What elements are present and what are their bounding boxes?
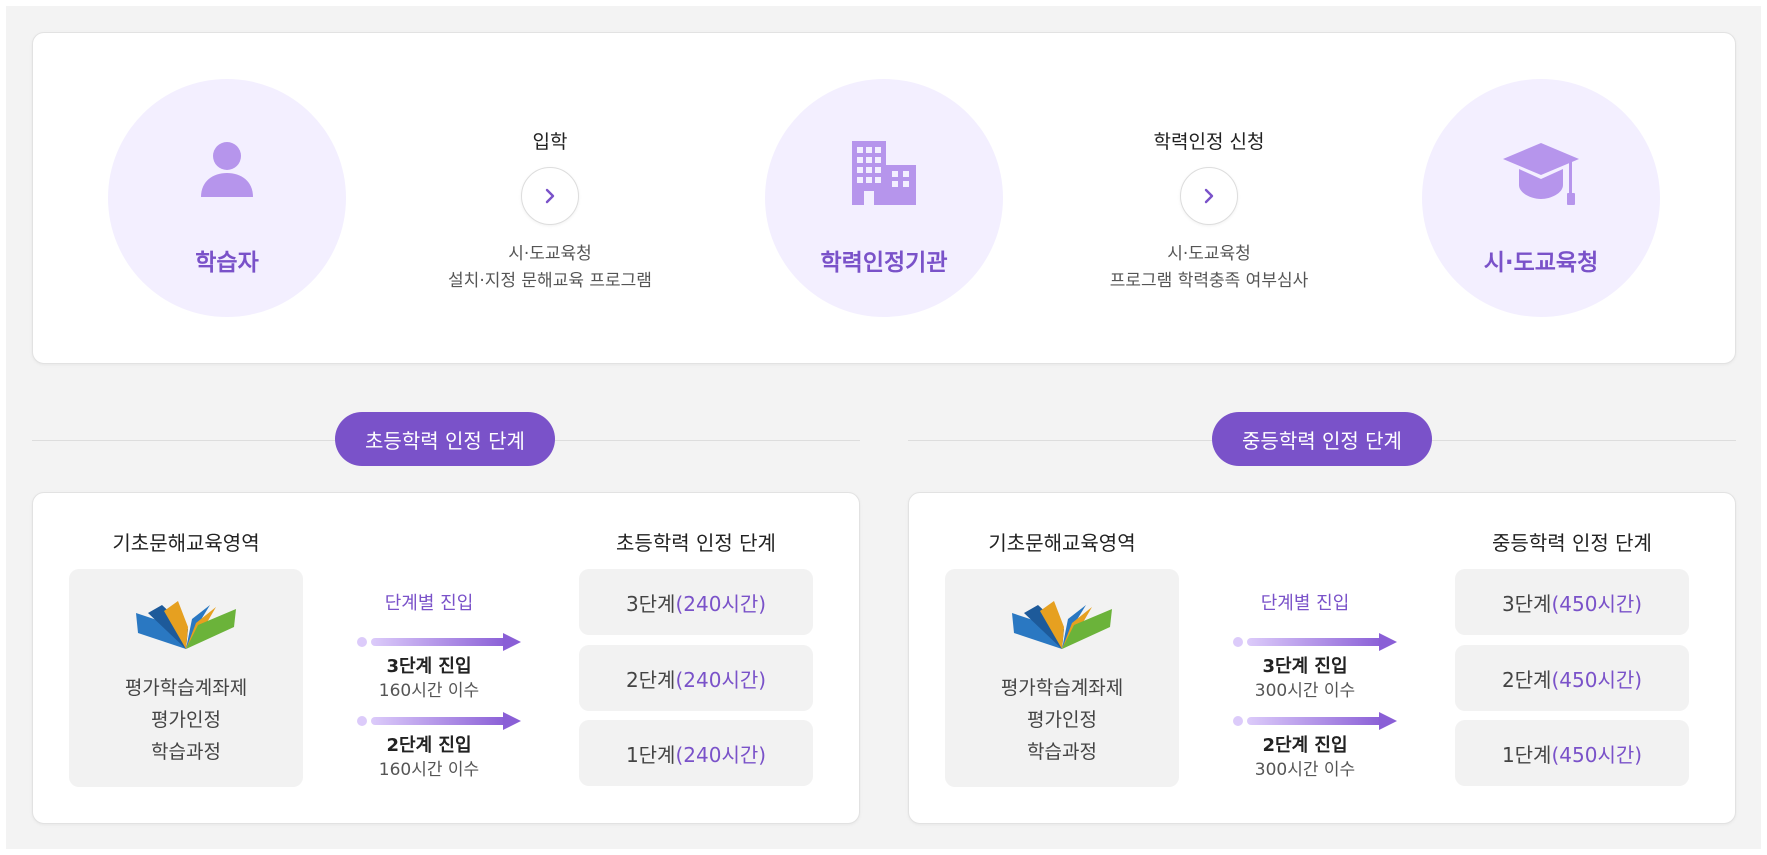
stage-name: 1단계 [1501, 742, 1552, 767]
stage-name: 2단계 [1501, 667, 1552, 692]
section-label-secondary: 중등학력 인정 단계 [1212, 412, 1432, 466]
flow-node-institution: 학력인정기관 [765, 79, 1003, 317]
stage-box: 3단계 (240시간) [579, 569, 813, 635]
flow-node-education-office: 시·도교육청 [1422, 79, 1660, 317]
area-line: 평가인정 [151, 709, 221, 731]
chevron-right-icon [521, 167, 579, 225]
progress-arrow [1233, 710, 1399, 736]
stage-box: 2단계 (240시간) [579, 645, 813, 711]
book-icon [69, 599, 303, 651]
flow-step-title: 입학 [532, 131, 568, 153]
stage-title: 초등학력 인정 단계 [616, 531, 776, 555]
entry-sub: 160시간 이수 [378, 681, 480, 701]
entry-step: 2단계 진입 300시간 이수 [1205, 734, 1405, 782]
flow-step-desc: 시·도교육청 [508, 244, 592, 264]
stage-title: 중등학력 인정 단계 [1492, 531, 1652, 555]
stage-box: 1단계 (240시간) [579, 720, 813, 786]
elementary-card: 기초문해교육영역 초등학력 인정 단계 평가학습계좌제 평가인정 학습과정 단계… [32, 492, 860, 824]
entry-label: 3단계 진입 [386, 656, 472, 677]
stage-box: 1단계 (450시간) [1455, 720, 1689, 786]
stage-hours: (450시간) [1551, 667, 1643, 692]
process-flow-card: 학습자 입학 시·도교육청 설치·지정 문해교육 프로그램 학력인정기관 학력인… [32, 32, 1736, 364]
flow-node-title: 학습자 [195, 250, 259, 276]
flow-node-learner: 학습자 [108, 79, 346, 317]
stage-hours: (240시간) [675, 667, 767, 692]
stage-hours: (450시간) [1551, 591, 1643, 616]
area-line: 평가학습계좌제 [124, 677, 248, 699]
stage-box: 2단계 (450시간) [1455, 645, 1689, 711]
progress-arrow [1233, 631, 1399, 657]
chevron-right-icon [1180, 167, 1238, 225]
stage-hours: (450시간) [1551, 742, 1643, 767]
entry-sub: 300시간 이수 [1254, 681, 1356, 701]
area-line: 학습과정 [151, 741, 221, 763]
progress-arrow [357, 631, 523, 657]
entry-title: 단계별 진입 [1260, 593, 1350, 614]
literacy-area-box: 평가학습계좌제 평가인정 학습과정 [945, 569, 1179, 787]
person-icon [108, 141, 346, 199]
entry-sub: 300시간 이수 [1254, 760, 1356, 780]
flow-step-desc: 설치·지정 문해교육 프로그램 [448, 271, 652, 291]
entry-label: 2단계 진입 [1262, 735, 1348, 756]
area-line: 평가인정 [1027, 709, 1097, 731]
stage-hours: (240시간) [675, 742, 767, 767]
flow-node-title: 시·도교육청 [1483, 250, 1599, 276]
progress-arrow [357, 710, 523, 736]
literacy-area-box: 평가학습계좌제 평가인정 학습과정 [69, 569, 303, 787]
area-line: 학습과정 [1027, 741, 1097, 763]
graduation-cap-icon [1422, 141, 1660, 207]
flow-node-title: 학력인정기관 [820, 250, 948, 276]
flow-step-desc: 시·도교육청 [1167, 244, 1251, 264]
flow-step-title: 학력인정 신청 [1153, 131, 1265, 153]
area-title: 기초문해교육영역 [988, 531, 1136, 555]
section-label-elementary: 초등학력 인정 단계 [335, 412, 555, 466]
stage-name: 3단계 [625, 591, 676, 616]
stage-box: 3단계 (450시간) [1455, 569, 1689, 635]
flow-step-application: 학력인정 신청 시·도교육청 프로그램 학력충족 여부심사 [1049, 129, 1369, 295]
building-icon [765, 141, 1003, 205]
entry-step: 3단계 진입 300시간 이수 [1205, 655, 1405, 703]
book-icon [945, 599, 1179, 651]
area-title: 기초문해교육영역 [112, 531, 260, 555]
area-line: 평가학습계좌제 [1000, 677, 1124, 699]
flow-step-desc: 프로그램 학력충족 여부심사 [1109, 271, 1309, 291]
entry-step: 3단계 진입 160시간 이수 [329, 655, 529, 703]
entry-step: 2단계 진입 160시간 이수 [329, 734, 529, 782]
entry-title: 단계별 진입 [384, 593, 474, 614]
stage-name: 2단계 [625, 667, 676, 692]
stage-name: 1단계 [625, 742, 676, 767]
stage-name: 3단계 [1501, 591, 1552, 616]
entry-sub: 160시간 이수 [378, 760, 480, 780]
flow-step-admission: 입학 시·도교육청 설치·지정 문해교육 프로그램 [390, 129, 710, 295]
entry-label: 2단계 진입 [386, 735, 472, 756]
entry-label: 3단계 진입 [1262, 656, 1348, 677]
stage-hours: (240시간) [675, 591, 767, 616]
secondary-card: 기초문해교육영역 중등학력 인정 단계 평가학습계좌제 평가인정 학습과정 단계… [908, 492, 1736, 824]
